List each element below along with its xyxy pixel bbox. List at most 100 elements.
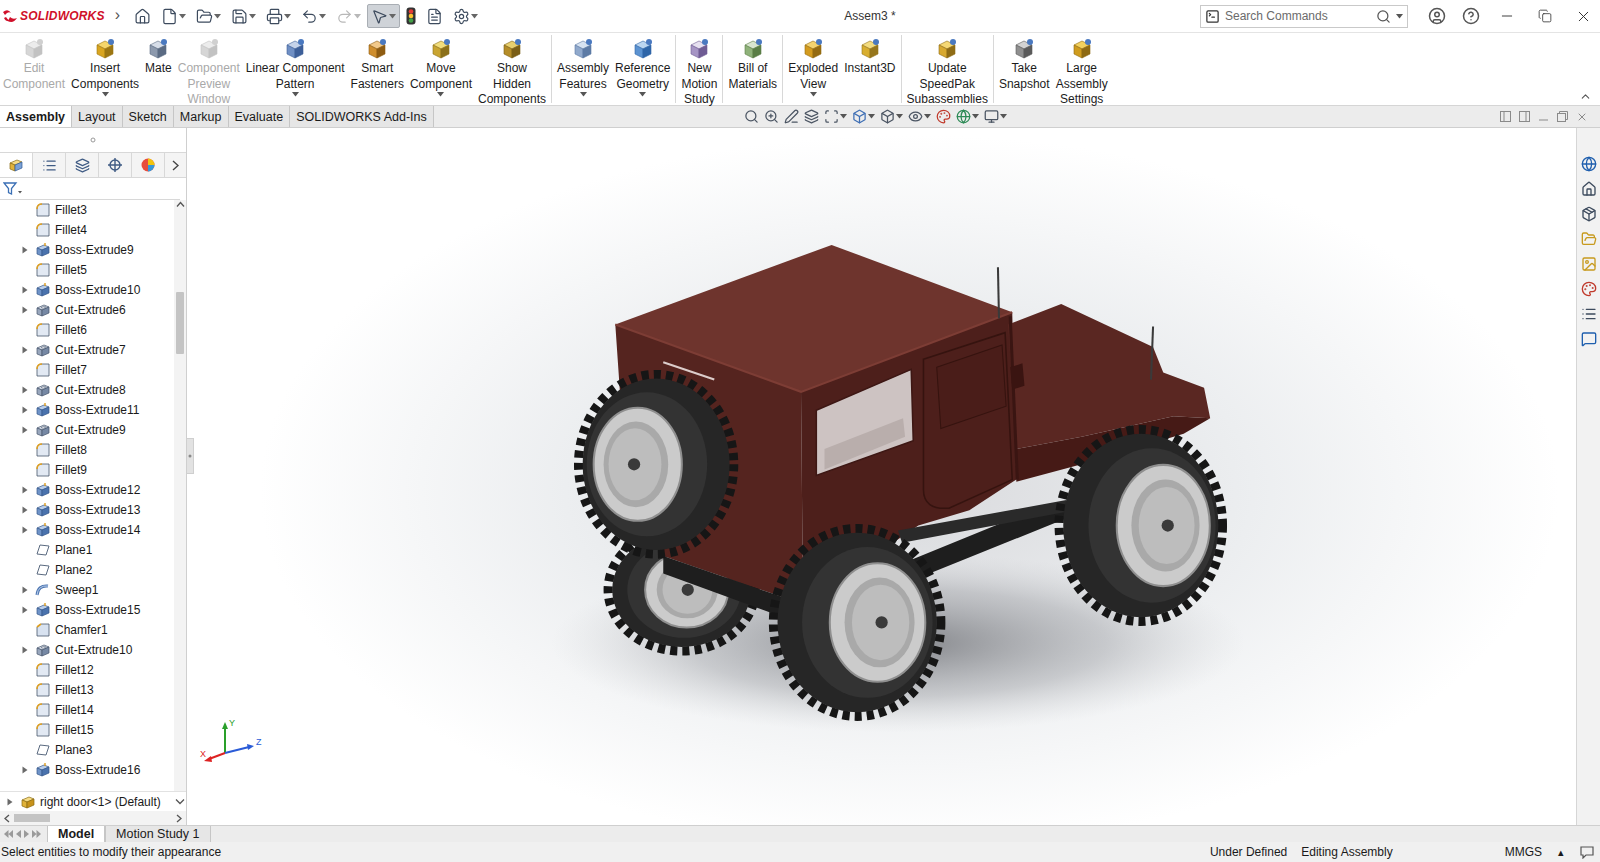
tree-item[interactable]: Cut-Extrude10 bbox=[0, 640, 174, 660]
options-button[interactable] bbox=[449, 4, 482, 28]
expand-arrow-icon[interactable] bbox=[22, 406, 28, 414]
expand-arrow-icon[interactable] bbox=[22, 486, 28, 494]
tree-filter[interactable] bbox=[0, 178, 180, 200]
minimize-button[interactable] bbox=[1490, 1, 1524, 31]
dynamic-annotation-button[interactable] bbox=[824, 109, 847, 124]
ribbon-button[interactable]: Linear ComponentPattern bbox=[243, 33, 348, 97]
filter-funnel-icon[interactable] bbox=[3, 182, 23, 196]
display-style-button[interactable] bbox=[880, 109, 903, 124]
model-tab[interactable]: Motion Study 1 bbox=[105, 826, 210, 842]
tree-item[interactable]: Boss-Extrude11 bbox=[0, 400, 174, 420]
tree-item[interactable]: Fillet7 bbox=[0, 360, 174, 380]
tree-item[interactable]: Fillet12 bbox=[0, 660, 174, 680]
scroll-right-icon[interactable] bbox=[175, 814, 183, 823]
ribbon-button[interactable]: ShowHiddenComponents bbox=[475, 33, 549, 108]
panel-collapse-handle[interactable] bbox=[187, 438, 194, 474]
close-button[interactable] bbox=[1566, 1, 1600, 31]
status-field[interactable]: MMGS bbox=[1505, 845, 1558, 859]
expand-arrow-icon[interactable] bbox=[22, 586, 28, 594]
collapse-ribbon-button[interactable] bbox=[1579, 90, 1600, 105]
expand-arrow-icon[interactable] bbox=[22, 386, 28, 394]
ribbon-button[interactable]: TakeSnapshot bbox=[996, 33, 1053, 92]
zoom-area-button[interactable] bbox=[764, 109, 779, 124]
expand-arrow-icon[interactable] bbox=[22, 306, 28, 314]
account-button[interactable] bbox=[1422, 1, 1452, 31]
restore-button[interactable] bbox=[1528, 1, 1562, 31]
help-button[interactable] bbox=[1456, 1, 1486, 31]
ribbon-button[interactable]: LargeAssemblySettings bbox=[1053, 33, 1111, 108]
scroll-thumb[interactable] bbox=[176, 292, 184, 354]
ribbon-button[interactable]: ReferenceGeometry bbox=[612, 33, 673, 97]
model-tab[interactable]: Model bbox=[47, 826, 105, 842]
scroll-up-icon[interactable] bbox=[176, 200, 185, 209]
tree-item[interactable]: Cut-Extrude9 bbox=[0, 420, 174, 440]
menu-arrow[interactable]: › bbox=[113, 6, 128, 26]
previous-tab-icon[interactable] bbox=[16, 830, 21, 838]
scroll-down-icon[interactable] bbox=[174, 797, 186, 806]
next-tab-icon[interactable] bbox=[24, 830, 29, 838]
expand-arrow-icon[interactable] bbox=[22, 606, 28, 614]
previous-view-button[interactable] bbox=[784, 109, 799, 124]
custom-properties-icon[interactable] bbox=[1581, 306, 1597, 322]
redo-button[interactable] bbox=[332, 4, 365, 28]
split-view-icon[interactable] bbox=[1500, 111, 1511, 122]
tree-item[interactable]: Cut-Extrude7 bbox=[0, 340, 174, 360]
tree-item[interactable]: Plane2 bbox=[0, 560, 174, 580]
tree-item[interactable]: Boss-Extrude10 bbox=[0, 280, 174, 300]
ribbon-button[interactable]: SmartFasteners bbox=[348, 33, 407, 92]
command-tab[interactable]: Layout bbox=[72, 106, 123, 127]
section-view-button[interactable] bbox=[804, 109, 819, 124]
tile-view-icon[interactable] bbox=[1519, 111, 1530, 122]
expand-arrow-icon[interactable] bbox=[22, 506, 28, 514]
ribbon-button[interactable]: NewMotionStudy bbox=[678, 33, 720, 108]
zoom-to-fit-button[interactable] bbox=[744, 109, 759, 124]
view-settings-button[interactable] bbox=[984, 109, 1007, 124]
graphics-area[interactable]: YXZ bbox=[187, 128, 1576, 825]
command-tab[interactable]: Evaluate bbox=[229, 106, 291, 127]
tree-item[interactable]: Chamfer1 bbox=[0, 620, 174, 640]
design-library-icon[interactable] bbox=[1581, 206, 1597, 222]
tree-item[interactable]: Cut-Extrude8 bbox=[0, 380, 174, 400]
home-icon[interactable] bbox=[1581, 181, 1597, 197]
tree-item[interactable]: Fillet5 bbox=[0, 260, 174, 280]
expand-arrow-icon[interactable] bbox=[22, 766, 28, 774]
expand-arrow-icon[interactable] bbox=[22, 526, 28, 534]
tree-item[interactable]: Boss-Extrude9 bbox=[0, 240, 174, 260]
doc-close-icon[interactable] bbox=[1576, 111, 1588, 123]
ribbon-button[interactable]: UpdateSpeedPakSubassemblies bbox=[904, 33, 991, 108]
appearances-icon[interactable] bbox=[1581, 281, 1597, 297]
expand-arrow-icon[interactable] bbox=[22, 246, 28, 254]
print-button[interactable] bbox=[262, 4, 295, 28]
ribbon-button[interactable]: EditComponent bbox=[0, 33, 68, 92]
tree-item[interactable]: Fillet6 bbox=[0, 320, 174, 340]
resources-globe-icon[interactable] bbox=[1581, 156, 1597, 172]
command-tab[interactable]: Markup bbox=[174, 106, 229, 127]
expand-arrow-icon[interactable] bbox=[7, 798, 13, 806]
app-logo[interactable]: SOLIDWORKS bbox=[2, 9, 111, 23]
tree-item[interactable]: Boss-Extrude15 bbox=[0, 600, 174, 620]
ribbon-button[interactable]: Instant3D bbox=[841, 33, 898, 77]
scroll-left-icon[interactable] bbox=[3, 814, 11, 823]
tree-scrollbar[interactable] bbox=[174, 200, 186, 791]
tree-item[interactable]: Cut-Extrude6 bbox=[0, 300, 174, 320]
view-palette-icon[interactable] bbox=[1581, 256, 1597, 272]
ribbon-button[interactable]: AssemblyFeatures bbox=[554, 33, 612, 97]
tree-item[interactable]: Plane1 bbox=[0, 540, 174, 560]
tree-item[interactable]: Fillet14 bbox=[0, 700, 174, 720]
tree-item[interactable]: Boss-Extrude13 bbox=[0, 500, 174, 520]
undo-button[interactable] bbox=[297, 4, 330, 28]
new-button[interactable] bbox=[157, 4, 190, 28]
feature-manager-tab[interactable] bbox=[0, 153, 33, 177]
properties-button[interactable] bbox=[422, 4, 447, 28]
tree-item[interactable]: Fillet4 bbox=[0, 220, 174, 240]
tree-item[interactable]: Fillet9 bbox=[0, 460, 174, 480]
units-arrow[interactable]: ▴ bbox=[1558, 846, 1580, 859]
tooltip-icon[interactable] bbox=[1580, 846, 1594, 859]
tree-item[interactable]: Boss-Extrude14 bbox=[0, 520, 174, 540]
ribbon-button[interactable]: Bill ofMaterials bbox=[725, 33, 780, 92]
first-tab-icon[interactable] bbox=[4, 830, 13, 838]
home-button[interactable] bbox=[130, 4, 155, 28]
edit-appearance-button[interactable] bbox=[936, 109, 951, 124]
file-explorer-icon[interactable] bbox=[1581, 231, 1597, 247]
tree-item[interactable]: Sweep1 bbox=[0, 580, 174, 600]
